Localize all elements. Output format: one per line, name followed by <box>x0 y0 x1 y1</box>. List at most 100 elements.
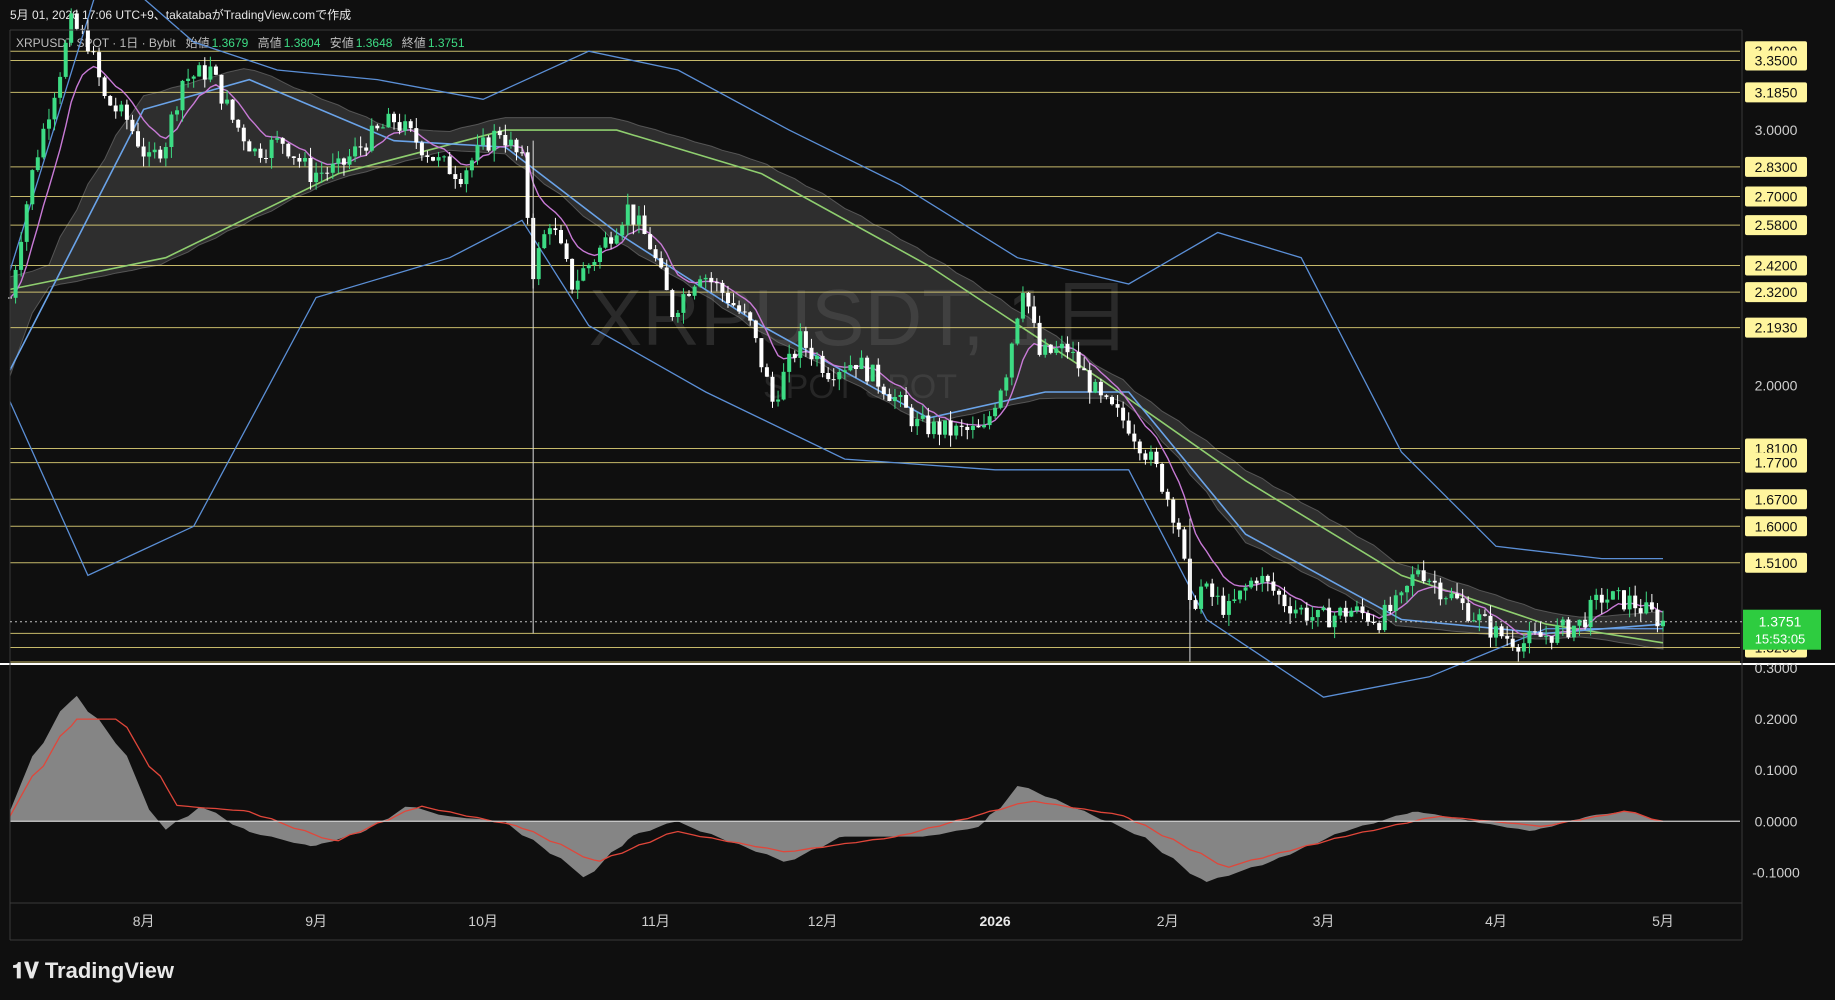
candle-body <box>820 355 825 373</box>
price-level-tag[interactable]: 3.1850 <box>1745 82 1807 103</box>
time-axis-label[interactable]: 9月 <box>305 913 327 929</box>
candle-body <box>726 292 730 303</box>
candle-body <box>514 139 519 153</box>
candle-body <box>759 338 764 368</box>
candle-body <box>1315 610 1320 618</box>
price-level-tag[interactable]: 2.4200 <box>1745 255 1807 276</box>
candle-body <box>252 148 257 152</box>
candle <box>486 134 491 153</box>
price-level-tag[interactable]: 2.3200 <box>1745 282 1807 303</box>
candle <box>1594 588 1599 610</box>
candle-body <box>431 157 435 161</box>
candle-body <box>592 262 597 266</box>
candle-body <box>1521 643 1526 652</box>
price-level-tag[interactable]: 1.6700 <box>1745 489 1807 510</box>
candle-body <box>1455 593 1460 599</box>
candle-body <box>1538 632 1543 637</box>
candle-body <box>865 357 870 382</box>
candle-body <box>748 312 753 321</box>
candle-body <box>1032 306 1037 323</box>
time-axis-label[interactable]: 12月 <box>808 913 838 929</box>
candle-body <box>1544 636 1549 638</box>
time-axis-label[interactable]: 10月 <box>468 913 498 929</box>
time-axis-label[interactable]: 5月 <box>1652 913 1674 929</box>
time-axis-label[interactable]: 2026 <box>980 913 1011 929</box>
candle-body <box>69 13 74 43</box>
price-level-tag[interactable]: 2.8300 <box>1745 156 1807 177</box>
price-level-tag-label: 2.4200 <box>1755 258 1798 274</box>
current-price-tag[interactable]: 1.3751 15:53:05 <box>1743 609 1821 650</box>
price-level-tag[interactable]: 2.1930 <box>1745 317 1807 338</box>
candle-body <box>1616 590 1621 592</box>
price-level-tag-label: 1.6000 <box>1755 518 1798 534</box>
price-level-tag[interactable]: 1.6000 <box>1745 516 1807 537</box>
candle-body <box>124 104 129 120</box>
candle <box>1349 607 1354 618</box>
candle-body <box>35 157 40 171</box>
price-level-tag[interactable]: 3.3500 <box>1745 50 1807 71</box>
candle <box>1221 587 1226 619</box>
price-level-tag[interactable]: 1.7700 <box>1745 452 1807 473</box>
candle <box>1226 593 1231 626</box>
candle-body <box>625 204 630 226</box>
price-level-tag-label: 1.5100 <box>1755 555 1798 571</box>
candle <box>58 72 63 105</box>
candle-body <box>1405 585 1409 593</box>
candle <box>764 363 769 378</box>
candle-body <box>130 119 135 132</box>
candle-body <box>1282 594 1287 607</box>
price-level-tag[interactable]: 2.5800 <box>1745 215 1807 236</box>
candle <box>1343 600 1348 623</box>
candle-body <box>653 249 658 259</box>
candle-body <box>24 204 29 242</box>
candle-body <box>943 420 947 435</box>
time-axis[interactable]: 8月 9月 10月 11月 12月 2026 2月 3月 4月 5月 <box>133 913 1674 929</box>
candle-body <box>403 121 408 131</box>
candle-body <box>1065 343 1070 353</box>
candle-body <box>1193 600 1198 609</box>
time-axis-label[interactable]: 3月 <box>1313 913 1335 929</box>
candle-body <box>620 225 625 236</box>
candle <box>909 404 914 432</box>
candle-body <box>1232 599 1237 601</box>
candle-body <box>297 158 302 162</box>
candle <box>1599 588 1604 614</box>
candle-body <box>787 353 792 372</box>
tradingview-logo[interactable]: 𝟏𝐕 TradingView <box>12 958 174 984</box>
candle-body <box>1471 620 1476 622</box>
macd-axis[interactable]: 0.3000 0.2000 0.1000 0.0000 -0.1000 <box>1752 660 1800 880</box>
candle-body <box>63 42 68 77</box>
candle-body <box>341 158 346 165</box>
candle-body <box>664 267 669 291</box>
candle <box>1182 526 1187 561</box>
time-axis-label[interactable]: 8月 <box>133 913 155 929</box>
candle <box>1193 595 1198 611</box>
candle-body <box>375 125 380 129</box>
time-axis-label[interactable]: 2月 <box>1157 913 1179 929</box>
price-level-tag[interactable]: 2.7000 <box>1745 186 1807 207</box>
candle-body <box>1098 381 1103 396</box>
candle-body <box>1104 395 1109 397</box>
candle-body <box>1377 623 1382 631</box>
price-level-tag-label: 1.6700 <box>1755 491 1798 507</box>
candle-body <box>909 407 914 427</box>
candle-body <box>931 421 936 435</box>
time-axis-label[interactable]: 4月 <box>1485 913 1507 929</box>
candle <box>469 157 474 178</box>
candle <box>1605 588 1610 610</box>
price-level-tag[interactable]: 1.5100 <box>1745 552 1807 573</box>
candle-body <box>447 156 452 175</box>
candle-body <box>141 146 146 157</box>
candle-body <box>1043 344 1048 355</box>
macd-pane <box>9 695 1740 882</box>
price-chart[interactable]: XRPUSDT, 1日 SPOT SPOT 3.40003.35003.1850… <box>0 0 1835 1000</box>
candle-body <box>520 152 524 154</box>
candle-body <box>147 152 152 157</box>
candle <box>1610 590 1615 600</box>
candle-body <box>1165 491 1170 500</box>
candle-body <box>870 364 875 382</box>
time-axis-label[interactable]: 11月 <box>641 913 670 929</box>
candle <box>965 423 970 440</box>
candle-body <box>1249 580 1254 588</box>
candle-body <box>937 421 942 435</box>
